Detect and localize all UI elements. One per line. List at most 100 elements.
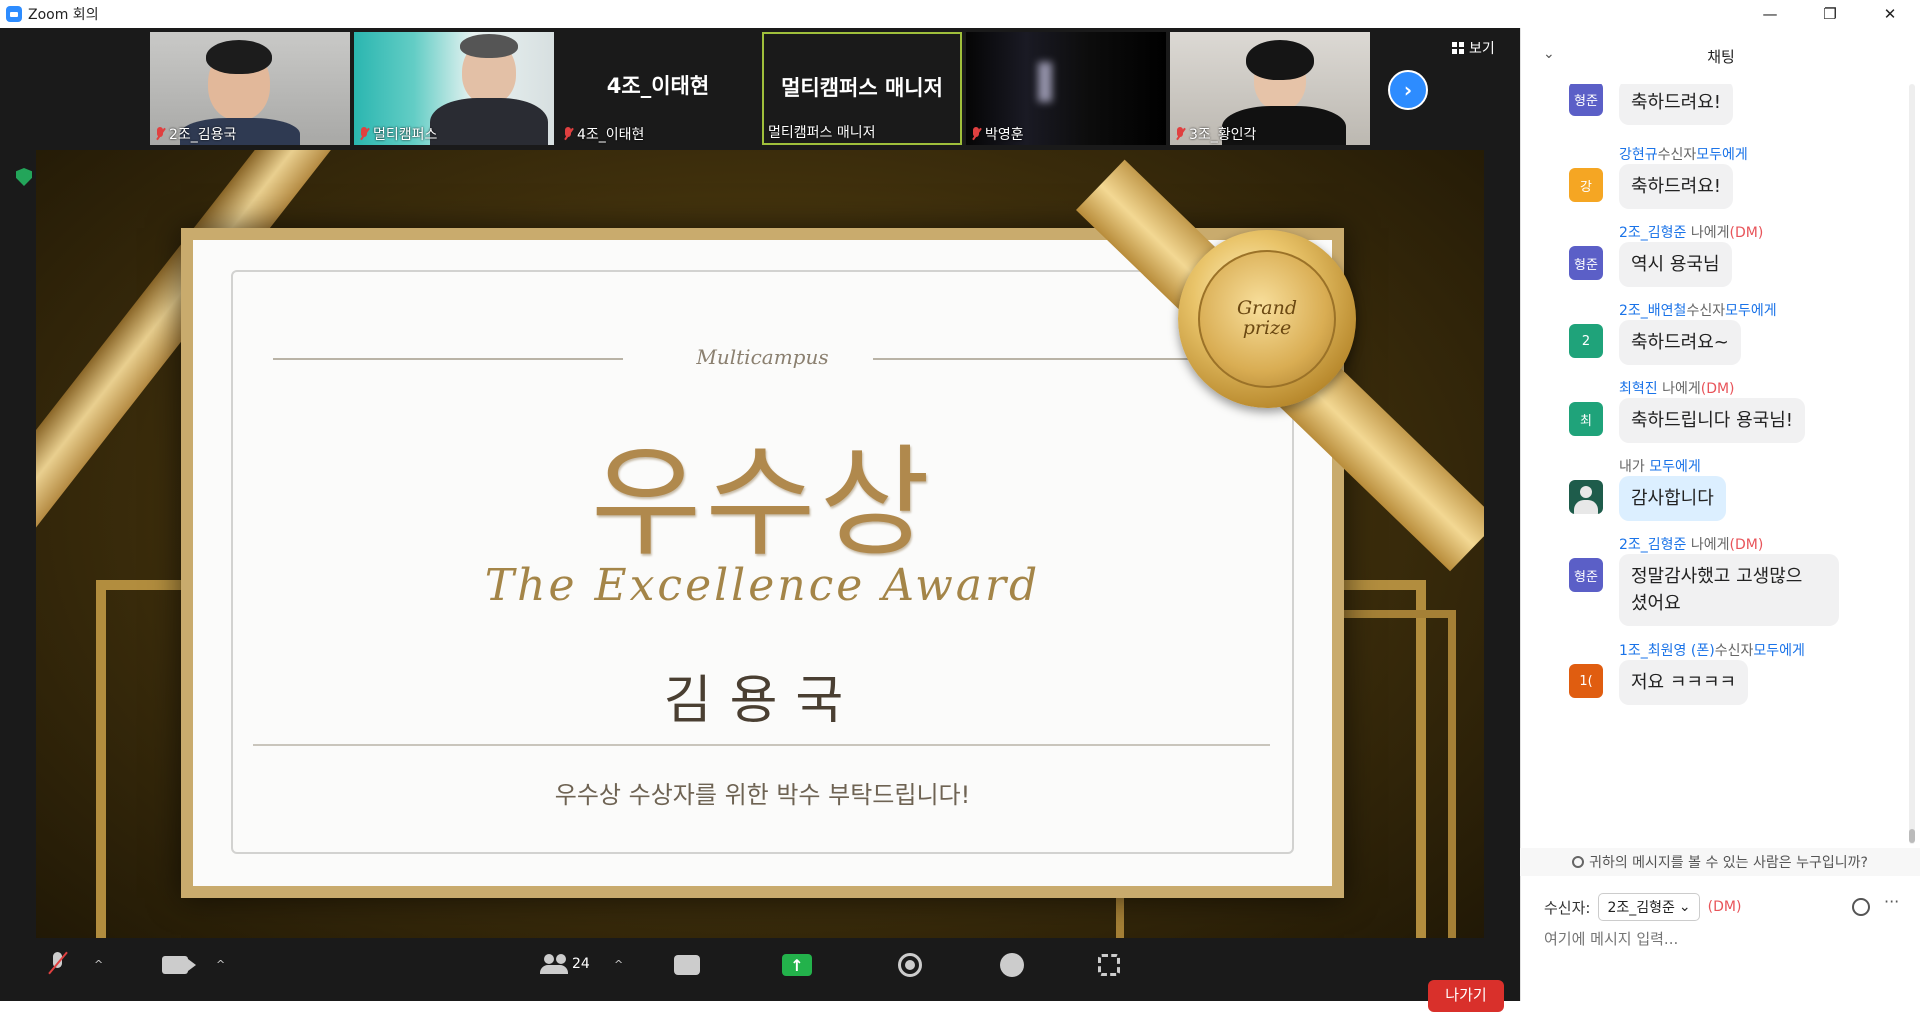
chat-title: 채팅 (1707, 47, 1735, 66)
chat-header: ⌄ 채팅 (1521, 28, 1920, 84)
title-bar: Zoom 회의 — ❐ ✕ (0, 0, 1920, 28)
participant-name: 박영훈 (985, 127, 1024, 143)
chevron-right-icon: › (1403, 78, 1413, 102)
recipient-name: 나에게 (1690, 537, 1730, 553)
participant-tile[interactable]: 2조_김용국 (150, 32, 350, 145)
share-arrow-icon: ↑ (782, 954, 812, 976)
award-title-korean: 우수상 (590, 434, 935, 573)
recipient-name: 모두에게 (1753, 643, 1805, 659)
audio-options-caret[interactable]: ^ (94, 958, 103, 971)
avatar: 2 (1569, 324, 1603, 358)
next-page-button[interactable]: › (1388, 70, 1428, 110)
more-options-icon[interactable]: ··· (1884, 892, 1899, 911)
sender-name[interactable]: 2조_배연철 (1619, 303, 1686, 319)
chat-scroll-thumb[interactable] (1909, 829, 1915, 843)
sender-name: 내가 (1619, 459, 1645, 475)
chat-message-list[interactable]: 형준 축하드려요! 강현규수신자모두에게 강 축하드려요! 2조_김형준 나에게… (1521, 84, 1913, 870)
leave-button[interactable]: 나가기 (1428, 980, 1504, 1012)
participants-options-caret[interactable]: ^ (614, 958, 623, 971)
chevron-down-icon[interactable]: ⌄ (1543, 46, 1555, 62)
muted-mic-icon (562, 127, 574, 141)
minimize-button[interactable]: — (1740, 0, 1800, 28)
recipient-label: 수신자: (1544, 898, 1591, 917)
participant-name: 3조_황인각 (1189, 127, 1257, 143)
message-bubble: 저요 ㅋㅋㅋㅋ (1619, 660, 1749, 705)
sender-name[interactable]: 2조_김형준 (1619, 225, 1686, 241)
sender-name[interactable]: 최혁진 (1619, 381, 1658, 397)
message-meta: 최혁진 나에게(DM) (1619, 378, 1735, 398)
avatar: 최 (1569, 402, 1603, 436)
recipient-value: 2조_김형준 (1607, 900, 1675, 916)
participant-hair (206, 40, 272, 74)
person-icon (1580, 486, 1592, 498)
participant-name: 멀티캠퍼스 (373, 127, 438, 143)
message-bubble: 정말감사했고 고생많으 셨어요 (1619, 554, 1839, 626)
recipient-prefix: 수신자 (1657, 147, 1697, 163)
recipient-row: 수신자: 2조_김형준 ⌄ (DM) (1544, 893, 1741, 921)
person-icon-body (1574, 500, 1598, 514)
participant-label: 멀티캠퍼스 매니저 (768, 122, 876, 142)
participants-button[interactable]: 24 (540, 954, 590, 974)
message-bubble: 축하드려요! (1619, 164, 1734, 209)
participant-hair (1246, 40, 1314, 80)
brand-script: Multicampus (696, 345, 829, 369)
certificate-paper: Multicampus 우수상 The Excellence Award 김용국… (193, 240, 1332, 886)
mic-muted-icon (48, 952, 66, 976)
mute-button[interactable] (48, 952, 66, 976)
chat-message-input[interactable] (1544, 930, 1894, 948)
security-shield-icon[interactable] (16, 168, 32, 186)
message-bubble: 감사합니다 (1619, 476, 1726, 521)
view-button[interactable]: 보기 (1452, 38, 1495, 58)
medal-face: Grand prize (1198, 250, 1336, 388)
message-bubble: 축하드립니다 용국님! (1619, 398, 1805, 443)
message-meta: 2조_배연철수신자모두에게 (1619, 300, 1777, 320)
dm-tag: (DM) (1700, 381, 1735, 397)
participant-tile-active-speaker[interactable]: 멀티캠퍼스 매니저 멀티캠퍼스 매니저 (762, 32, 962, 145)
close-button[interactable]: ✕ (1860, 0, 1920, 28)
medal-text: prize (1242, 317, 1292, 339)
video-options-caret[interactable]: ^ (216, 958, 225, 971)
participants-count: 24 (572, 956, 590, 972)
light-glare (1038, 62, 1052, 102)
recipient-name: 모두에게 (1725, 303, 1777, 319)
message-meta: 2조_김형준 나에게(DM) (1619, 222, 1763, 242)
dm-tag: (DM) (1729, 537, 1764, 553)
chat-icon (674, 955, 700, 975)
sender-name[interactable]: 2조_김형준 (1619, 537, 1686, 553)
message-meta: 내가 모두에게 (1619, 456, 1701, 476)
shared-screen: Multicampus 우수상 The Excellence Award 김용국… (36, 150, 1484, 964)
reactions-button[interactable] (1000, 953, 1024, 977)
apps-button[interactable] (1098, 954, 1120, 976)
record-icon (898, 953, 922, 977)
emoji-icon[interactable] (1852, 898, 1870, 916)
window-title: Zoom 회의 (28, 7, 99, 23)
record-button[interactable] (898, 953, 922, 977)
participant-tile[interactable]: 박영훈 (966, 32, 1166, 145)
avatar: 형준 (1569, 246, 1603, 280)
participants-icon (540, 954, 568, 974)
chevron-down-icon: ⌄ (1678, 899, 1691, 915)
chat-button[interactable] (674, 955, 700, 975)
sender-name[interactable]: 1조_최원영 (폰) (1619, 643, 1715, 659)
share-screen-button[interactable]: ↑ (782, 954, 812, 976)
meeting-toolbar: ^ ^ 24 ^ ↑ (0, 938, 1520, 1001)
muted-mic-icon (358, 127, 370, 141)
participant-tile[interactable]: 멀티캠퍼스 (354, 32, 554, 145)
avatar: 강 (1569, 168, 1603, 202)
sender-name[interactable]: 강현규 (1619, 147, 1658, 163)
recipient-dropdown[interactable]: 2조_김형준 ⌄ (1598, 893, 1700, 921)
dm-tag: (DM) (1729, 225, 1764, 241)
recipient-name: 나에게 (1690, 225, 1730, 241)
muted-mic-icon (1174, 127, 1186, 141)
message-meta: 1조_최원영 (폰)수신자모두에게 (1619, 640, 1805, 660)
participant-tile[interactable]: 3조_황인각 (1170, 32, 1370, 145)
video-button[interactable] (162, 956, 196, 974)
chat-scrollbar[interactable] (1909, 84, 1915, 844)
applause-message: 우수상 수상자를 위한 박수 부탁드립니다! (554, 781, 971, 809)
avatar: 형준 (1569, 558, 1603, 592)
participant-label: 박영훈 (970, 124, 1024, 144)
participant-tile[interactable]: 4조_이태현 4조_이태현 (558, 32, 758, 145)
restore-button[interactable]: ❐ (1800, 0, 1860, 28)
chat-privacy-notice[interactable]: 귀하의 메시지를 볼 수 있는 사람은 누구입니까? (1520, 848, 1920, 876)
view-label: 보기 (1469, 41, 1495, 57)
